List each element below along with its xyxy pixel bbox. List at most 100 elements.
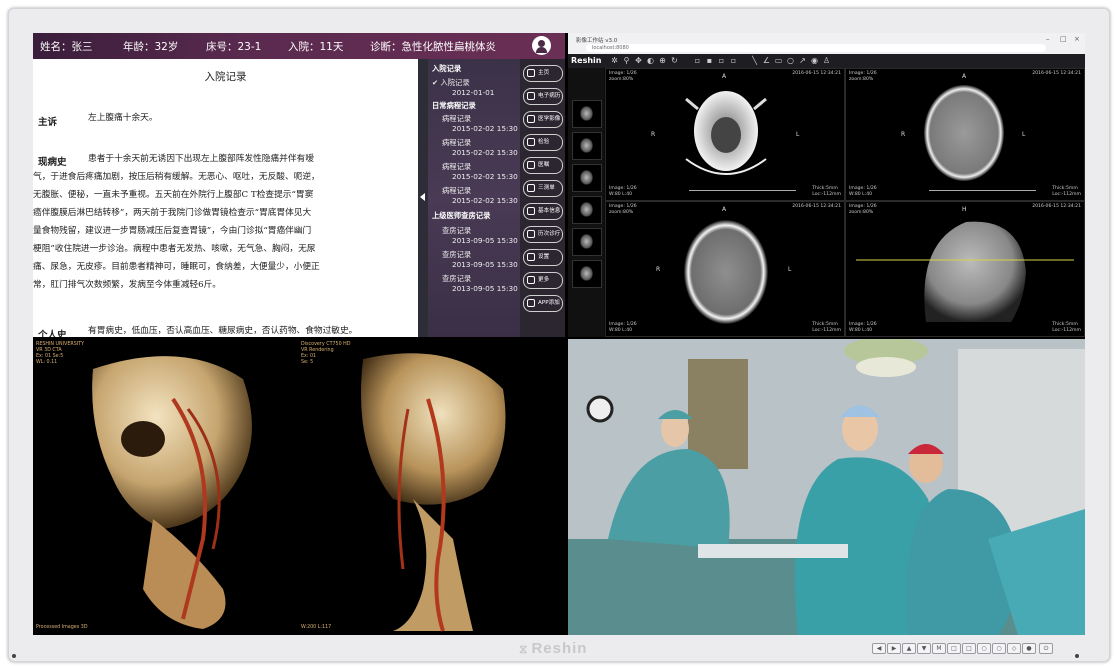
series-thumbnail[interactable] xyxy=(572,260,602,288)
tree-group[interactable]: 上级医师查房记录 xyxy=(432,211,490,221)
orientation-label: A xyxy=(962,73,967,80)
viewport-axial-brain[interactable]: Image: 1/26 zoom:80% 2016-06-15 12:34:21 … xyxy=(845,68,1085,201)
address-bar[interactable]: localhost:8080 xyxy=(586,44,1046,52)
series-thumbnail[interactable] xyxy=(572,228,602,256)
tree-item[interactable]: 查房记录 xyxy=(442,274,471,284)
power-button[interactable]: ⏻ xyxy=(1039,643,1053,654)
window-level-icon[interactable]: ◐ xyxy=(646,56,655,65)
history-line: 癌伴腹膜后淋巴结转移”，两天前于我院门诊做胃镜检查示“胃底胃体见大 xyxy=(33,208,312,218)
rect-icon[interactable]: ▭ xyxy=(774,56,783,65)
viewport-axial-brain-2[interactable]: Image: 1/26 zoom:80% 2016-06-15 12:34:21 … xyxy=(605,201,845,337)
series-thumbnail[interactable] xyxy=(572,132,602,160)
rotate-icon[interactable]: ↻ xyxy=(670,56,679,65)
series-thumbnail[interactable] xyxy=(572,196,602,224)
key-auto[interactable]: ● xyxy=(1022,643,1036,654)
settings-icon[interactable]: ✲ xyxy=(610,56,619,65)
lab-button[interactable]: 检验 xyxy=(523,134,563,151)
tree-item[interactable]: 查房记录 xyxy=(442,226,471,236)
series-thumbnail[interactable] xyxy=(572,164,602,192)
key-mode[interactable]: ○ xyxy=(977,643,991,654)
monitor-logo: ⧖ Reshin xyxy=(519,640,588,657)
key-input-2[interactable]: □ xyxy=(962,643,976,654)
key-mode-2[interactable]: ○ xyxy=(992,643,1006,654)
person-icon[interactable]: ♙ xyxy=(822,56,831,65)
viewport-sagittal-scout[interactable]: Image: 1/26 zoom:80% 2016-06-15 12:34:21 … xyxy=(845,201,1085,337)
record-title: 入院记录 xyxy=(204,71,247,83)
orders-button[interactable]: 医嘱 xyxy=(523,157,563,174)
orientation-label: L xyxy=(796,131,800,138)
emr-panel: 姓名：张三 年龄：32岁 床号：23-1 入院：11天 诊断：急性化脓性扁桃体炎… xyxy=(33,33,565,337)
viewport-loc: Thick:5mm Loc:-112mm xyxy=(812,186,841,197)
emr-button[interactable]: 电子病历 xyxy=(523,88,563,105)
series-icon[interactable]: ▫ xyxy=(729,56,738,65)
magnify-icon[interactable]: ⊕ xyxy=(658,56,667,65)
basic-info-button[interactable]: 基本信息 xyxy=(523,203,563,220)
tree-group[interactable]: 入院记录 xyxy=(432,64,461,74)
key-input[interactable]: □ xyxy=(947,643,961,654)
zoom-icon[interactable]: ⚲ xyxy=(622,56,631,65)
more-button[interactable]: 更多 xyxy=(523,272,563,289)
viewport-info: Image: 1/26 zoom:80% xyxy=(609,71,637,82)
line-icon[interactable]: ╲ xyxy=(750,56,759,65)
tree-item-label: 入院记录 xyxy=(440,78,470,87)
key-down[interactable]: ▼ xyxy=(917,643,931,654)
viewport-loc: Thick:5mm Loc:-112mm xyxy=(812,322,841,333)
viewer-brand: Reshin xyxy=(571,56,602,65)
key-right[interactable]: ▶ xyxy=(887,643,901,654)
angle-icon[interactable]: ∠ xyxy=(762,56,771,65)
tree-item-selected[interactable]: ✔ 入院记录 xyxy=(432,78,470,88)
home-button[interactable]: 主页 xyxy=(523,65,563,82)
more-icon xyxy=(527,276,535,284)
point-icon[interactable]: ◉ xyxy=(810,56,819,65)
history-text: 患者于十余天前无诱因下出现左上腹部阵发性隐痛并伴有嗳 气，于进食后疼痛加剧，按压… xyxy=(33,150,416,294)
home-icon xyxy=(527,69,535,77)
ellipse-icon[interactable]: ○ xyxy=(786,56,795,65)
viewer-toolbar: Reshin ✲ ⚲ ✥ ◐ ⊕ ↻ ▫ ▪ ▫ ▫ ╲ ∠ ▭ ○ ↗ ◉ ♙ xyxy=(568,54,1085,68)
tree-date: 2013-09-05 15:30 xyxy=(452,236,518,245)
logo-mark-icon: ⧖ xyxy=(519,642,529,656)
tree-date: 2013-09-05 15:30 xyxy=(452,260,518,269)
key-left[interactable]: ◀ xyxy=(872,643,886,654)
close-icon[interactable]: × xyxy=(1074,35,1080,43)
series-thumbnail[interactable] xyxy=(572,100,602,128)
tree-item[interactable]: 病程记录 xyxy=(442,186,471,196)
viewport-axial-bone[interactable]: Image: 1/26 zoom:80% 2016-06-15 12:34:21 … xyxy=(605,68,845,201)
tree-item[interactable]: 病程记录 xyxy=(442,114,471,124)
patient-diagnosis: 诊断：急性化脓性扁桃体炎 xyxy=(370,41,496,53)
history-visits-button[interactable]: 历次诊疗 xyxy=(523,226,563,243)
settings-button[interactable]: 设置 xyxy=(523,249,563,266)
ct-brain-image xyxy=(684,220,768,324)
minimize-icon[interactable]: – xyxy=(1046,35,1050,43)
key-up[interactable]: ▲ xyxy=(902,643,916,654)
personal-label: 个人史 xyxy=(38,330,67,337)
browser-tab[interactable]: 影像工作站 v3.0 xyxy=(576,36,617,44)
tree-group[interactable]: 日常病程记录 xyxy=(432,101,476,111)
patient-age: 年龄：32岁 xyxy=(123,41,179,53)
tree-item[interactable]: 病程记录 xyxy=(442,162,471,172)
grid-icon[interactable]: ▪ xyxy=(705,56,714,65)
vr-skull-render xyxy=(92,353,506,632)
app-add-button[interactable]: APP添加 xyxy=(523,295,563,312)
maximize-icon[interactable]: □ xyxy=(1060,35,1067,43)
collapse-handle[interactable] xyxy=(418,59,428,337)
layout-icon[interactable]: ▫ xyxy=(693,56,702,65)
scale-ruler xyxy=(929,190,1037,194)
line-chart-icon xyxy=(527,184,535,192)
key-menu[interactable]: M xyxy=(932,643,946,654)
history-line: 量食物残留，建议进一步胃肠减压后复查胃镜”，今由门诊拟“胃癌伴幽门 xyxy=(33,226,312,236)
history-line: 患者于十余天前无诱因下出现左上腹部阵发性隐痛并伴有嗳 xyxy=(88,154,314,164)
avatar-icon[interactable] xyxy=(532,36,551,55)
pan-icon[interactable]: ✥ xyxy=(634,56,643,65)
key-gamma[interactable]: ◇ xyxy=(1007,643,1021,654)
viewport-wl: Image: 1/26 W:80 L:40 xyxy=(849,322,877,333)
arrow-icon[interactable]: ↗ xyxy=(798,56,807,65)
tree-item[interactable]: 病程记录 xyxy=(442,138,471,148)
gear-icon xyxy=(527,253,535,261)
orientation-label: R xyxy=(651,131,656,138)
compare-icon[interactable]: ▫ xyxy=(717,56,726,65)
tree-item[interactable]: 查房记录 xyxy=(442,250,471,260)
vitals-chart-button[interactable]: 三测单 xyxy=(523,180,563,197)
patient-bed: 床号：23-1 xyxy=(206,41,262,53)
viewport-info: Image: 1/26 zoom:80% xyxy=(849,204,877,215)
imaging-button[interactable]: 医学影像 xyxy=(523,111,563,128)
